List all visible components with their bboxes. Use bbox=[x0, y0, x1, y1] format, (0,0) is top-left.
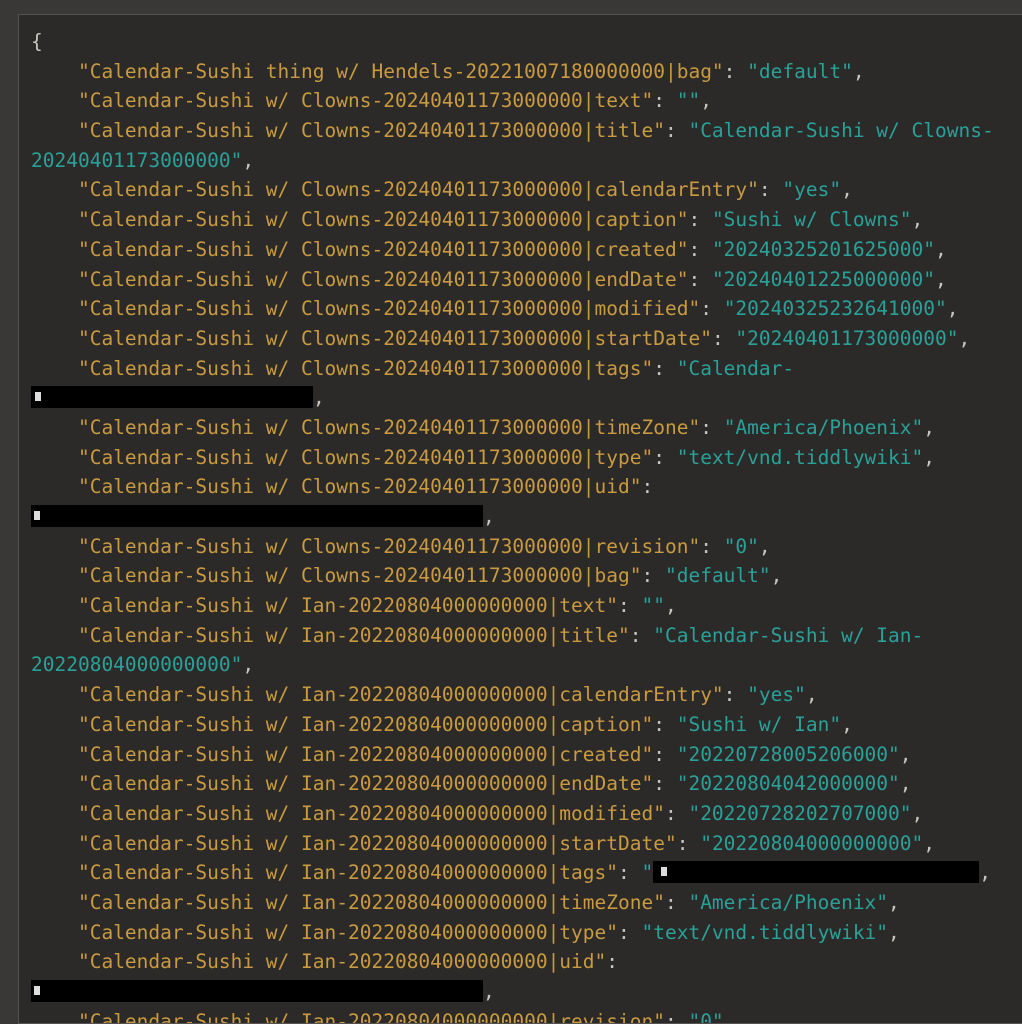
code-line: "Calendar-Sushi w/ Clowns-20240401173000… bbox=[77, 178, 853, 202]
json-value: "Sushi w/ Clowns" bbox=[711, 208, 912, 232]
code-line: "Calendar-Sushi w/ Ian-20220804000000000… bbox=[77, 801, 924, 825]
redaction-block bbox=[31, 980, 483, 1002]
json-value: "20220804000000000" bbox=[700, 831, 924, 855]
json-value: "20220728005206000" bbox=[676, 742, 900, 766]
code-line: "Calendar-Sushi w/ Ian-20220804000000000… bbox=[77, 772, 912, 796]
json-value: "Sushi w/ Ian" bbox=[676, 712, 842, 736]
json-key: "Calendar-Sushi w/ Ian-20220804000000000… bbox=[77, 861, 619, 885]
json-value: "default" bbox=[747, 59, 853, 83]
json-code: { "Calendar-Sushi thing w/ Hendels-20221… bbox=[31, 27, 994, 1024]
json-key: "Calendar-Sushi w/ Ian-20220804000000000… bbox=[77, 1009, 665, 1024]
json-value: "text/vnd.tiddlywiki" bbox=[676, 445, 924, 469]
code-line: "Calendar-Sushi w/ Clowns-20240401173000… bbox=[77, 475, 654, 499]
json-value: "20240401225000000" bbox=[711, 267, 935, 291]
code-line: "Calendar-Sushi w/ Clowns-20240401173000… bbox=[77, 415, 936, 439]
code-line: "Calendar-Sushi w/ Clowns-20240401173000… bbox=[77, 356, 795, 380]
json-key: "Calendar-Sushi w/ Ian-20220804000000000… bbox=[77, 742, 654, 766]
json-value: "Calendar-Sushi w/ Ian- bbox=[653, 623, 924, 647]
json-key: "Calendar-Sushi w/ Clowns-20240401173000… bbox=[77, 356, 654, 380]
json-value: "0" bbox=[688, 1009, 724, 1024]
redaction-block bbox=[653, 861, 980, 884]
json-value: "America/Phoenix" bbox=[688, 890, 889, 914]
code-line: "Calendar-Sushi w/ Ian-20220804000000000… bbox=[77, 831, 936, 855]
code-line: "Calendar-Sushi w/ Ian-20220804000000000… bbox=[77, 861, 991, 885]
open-brace: { bbox=[31, 30, 43, 53]
code-line-wrap: , bbox=[31, 977, 994, 1007]
code-line: "Calendar-Sushi w/ Clowns-20240401173000… bbox=[77, 237, 947, 261]
json-key: "Calendar-Sushi w/ Clowns-20240401173000… bbox=[77, 208, 689, 232]
code-line: "Calendar-Sushi w/ Ian-20220804000000000… bbox=[77, 712, 853, 736]
json-value: "" bbox=[676, 89, 701, 113]
code-line: "Calendar-Sushi w/ Clowns-20240401173000… bbox=[77, 89, 712, 113]
json-key: "Calendar-Sushi w/ Clowns-20240401173000… bbox=[77, 445, 654, 469]
json-key: "Calendar-Sushi w/ Ian-20220804000000000… bbox=[77, 594, 619, 618]
json-value: "yes" bbox=[782, 178, 842, 202]
json-value: "" bbox=[641, 594, 665, 618]
json-key: "Calendar-Sushi thing w/ Hendels-2022100… bbox=[77, 59, 724, 83]
code-line: "Calendar-Sushi w/ Ian-20220804000000000… bbox=[77, 950, 619, 974]
json-key: "Calendar-Sushi w/ Ian-20220804000000000… bbox=[77, 801, 665, 825]
json-value: "Calendar- bbox=[676, 356, 795, 380]
json-value: " bbox=[641, 861, 654, 885]
json-key: "Calendar-Sushi w/ Ian-20220804000000000… bbox=[77, 831, 677, 855]
json-value: "yes" bbox=[747, 683, 806, 707]
json-key: "Calendar-Sushi w/ Clowns-20240401173000… bbox=[77, 564, 642, 588]
code-line: "Calendar-Sushi w/ Ian-20220804000000000… bbox=[77, 594, 677, 618]
code-line: "Calendar-Sushi w/ Clowns-20240401173000… bbox=[77, 564, 783, 588]
json-key: "Calendar-Sushi w/ Clowns-20240401173000… bbox=[77, 237, 689, 261]
json-key: "Calendar-Sushi w/ Clowns-20240401173000… bbox=[77, 267, 689, 291]
code-line: "Calendar-Sushi w/ Clowns-20240401173000… bbox=[77, 326, 971, 350]
code-line: "Calendar-Sushi w/ Clowns-20240401173000… bbox=[77, 208, 924, 232]
json-value: "0" bbox=[723, 534, 759, 558]
code-line: "Calendar-Sushi w/ Ian-20220804000000000… bbox=[31, 1007, 994, 1024]
code-line: "Calendar-Sushi w/ Clowns-20240401173000… bbox=[77, 267, 947, 291]
json-key: "Calendar-Sushi w/ Clowns-20240401173000… bbox=[77, 534, 701, 558]
code-line: "Calendar-Sushi w/ Clowns-20240401173000… bbox=[77, 445, 936, 469]
json-key: "Calendar-Sushi w/ Clowns-20240401173000… bbox=[77, 475, 642, 499]
code-line: "Calendar-Sushi w/ Clowns-20240401173000… bbox=[77, 119, 994, 143]
code-line: { bbox=[31, 27, 994, 57]
json-key: "Calendar-Sushi w/ Clowns-20240401173000… bbox=[77, 119, 665, 143]
code-line: "Calendar-Sushi thing w/ Hendels-2022100… bbox=[77, 59, 865, 83]
json-value: "America/Phoenix" bbox=[723, 415, 924, 439]
json-key: "Calendar-Sushi w/ Ian-20220804000000000… bbox=[77, 623, 630, 647]
json-value: "text/vnd.tiddlywiki" bbox=[641, 920, 889, 944]
code-line-wrap: , bbox=[31, 383, 994, 413]
json-value: "Calendar-Sushi w/ Clowns- bbox=[688, 119, 994, 143]
json-value: "20240401173000000" bbox=[735, 326, 959, 350]
code-line: "Calendar-Sushi w/ Clowns-20240401173000… bbox=[77, 534, 771, 558]
code-line: "Calendar-Sushi w/ Ian-20220804000000000… bbox=[77, 742, 912, 766]
code-editor[interactable]: { "Calendar-Sushi thing w/ Hendels-20221… bbox=[18, 14, 1022, 1024]
json-key: "Calendar-Sushi w/ Ian-20220804000000000… bbox=[77, 683, 724, 707]
code-line: "Calendar-Sushi w/ Ian-20220804000000000… bbox=[77, 623, 924, 647]
redaction-block bbox=[31, 386, 313, 409]
json-key: "Calendar-Sushi w/ Ian-20220804000000000… bbox=[77, 920, 619, 944]
json-key: "Calendar-Sushi w/ Ian-20220804000000000… bbox=[77, 890, 665, 914]
json-key: "Calendar-Sushi w/ Clowns-20240401173000… bbox=[77, 178, 759, 202]
json-key: "Calendar-Sushi w/ Clowns-20240401173000… bbox=[77, 326, 712, 350]
json-key: "Calendar-Sushi w/ Ian-20220804000000000… bbox=[77, 950, 607, 974]
json-key: "Calendar-Sushi w/ Clowns-20240401173000… bbox=[77, 297, 701, 321]
json-key: "Calendar-Sushi w/ Clowns-20240401173000… bbox=[77, 89, 654, 113]
redaction-block bbox=[31, 505, 483, 527]
code-line-wrap: 20220804000000000", bbox=[31, 653, 255, 677]
json-value-wrap: 20220804000000000" bbox=[31, 653, 243, 677]
json-value: "20220804042000000" bbox=[676, 772, 900, 796]
json-key: "Calendar-Sushi w/ Clowns-20240401173000… bbox=[77, 415, 701, 439]
json-value: "20240325201625000" bbox=[711, 237, 935, 261]
code-line: "Calendar-Sushi w/ Ian-20220804000000000… bbox=[77, 683, 818, 707]
json-value: "20220728202707000" bbox=[688, 801, 912, 825]
json-value: "default" bbox=[664, 564, 771, 588]
code-line: "Calendar-Sushi w/ Clowns-20240401173000… bbox=[77, 297, 959, 321]
json-value-wrap: 20240401173000000" bbox=[31, 148, 243, 172]
code-line-wrap: 20240401173000000", bbox=[31, 148, 255, 172]
code-line: "Calendar-Sushi w/ Ian-20220804000000000… bbox=[77, 890, 900, 914]
code-line-wrap: , bbox=[31, 502, 994, 532]
json-key: "Calendar-Sushi w/ Ian-20220804000000000… bbox=[77, 712, 654, 736]
json-value: "20240325232641000" bbox=[723, 297, 947, 321]
code-line: "Calendar-Sushi w/ Ian-20220804000000000… bbox=[77, 920, 900, 944]
json-key: "Calendar-Sushi w/ Ian-20220804000000000… bbox=[77, 772, 654, 796]
